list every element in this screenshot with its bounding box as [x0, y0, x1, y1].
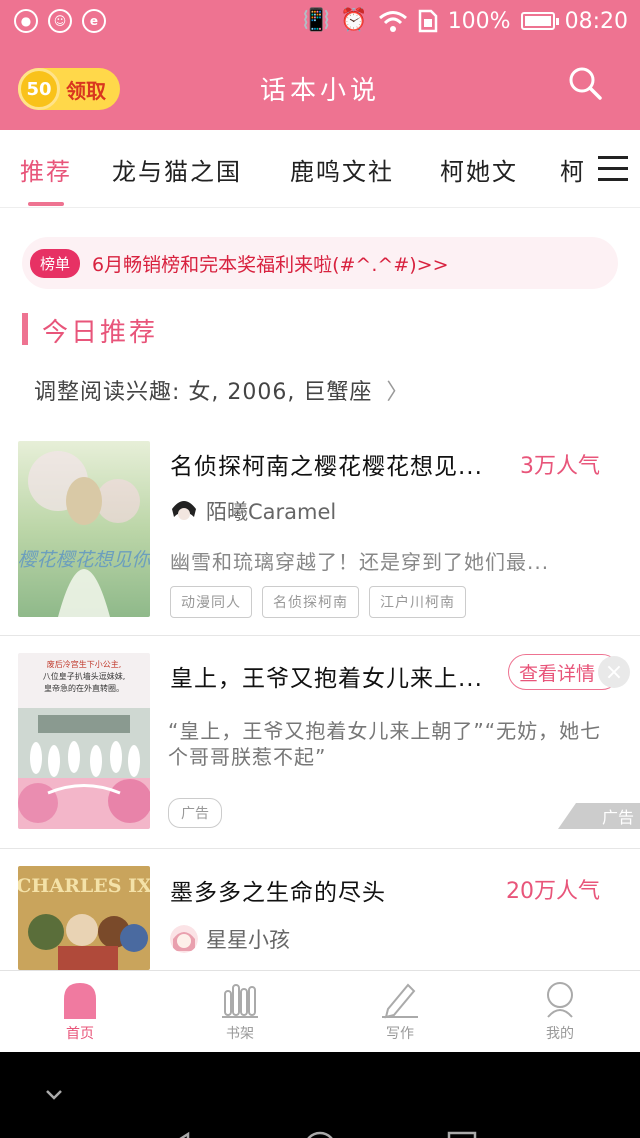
cover-1-text: 樱花樱花想见你 [18, 549, 150, 571]
app-header: 50 领取 话本小说 [0, 44, 640, 130]
nav-me-label: 我的 [546, 1026, 574, 1042]
ad-title: 皇上，王爷又抱着女儿来上... [170, 666, 483, 692]
close-icon[interactable]: × [598, 656, 630, 688]
book-author-row-3: 星星小孩 [170, 924, 290, 954]
book-tag[interactable]: 江户川柯南 [369, 586, 466, 618]
divider [0, 848, 640, 849]
active-tab-indicator [28, 202, 64, 206]
book-author-1: 陌曦Caramel [206, 500, 337, 524]
menu-icon[interactable] [598, 156, 628, 181]
section-title: 今日推荐 [42, 318, 159, 348]
battery-percent: 100% [447, 8, 511, 34]
status-system-icons: 📳 ⏰ 100% 08:20 [303, 7, 628, 35]
ad-cover-line-1: 废后冷宫生下小公主, [47, 659, 122, 669]
ad-tag: 广告 [168, 798, 222, 828]
ad-cover-line-2: 八位皇子扒墙头逗妹妹, [43, 671, 126, 681]
system-nav-bar [0, 1052, 640, 1138]
author-avatar-1 [170, 497, 198, 525]
ad-corner-badge: 广告 [558, 803, 640, 829]
ad-corner-label: 广告 [601, 808, 634, 827]
nav-bookshelf[interactable]: 书架 [200, 979, 280, 1043]
alarm-icon: ⏰ [340, 8, 368, 33]
home-icon [64, 983, 96, 1019]
nav-write-label: 写作 [386, 1026, 414, 1042]
collapse-icon[interactable] [44, 1088, 64, 1102]
adjust-interest-link[interactable]: 调整阅读兴趣: 女, 2006, 巨蟹座 〉 [34, 374, 409, 406]
book-author-3: 星星小孩 [206, 928, 290, 952]
nav-me[interactable]: 我的 [520, 979, 600, 1043]
book-cover-1[interactable]: 樱花樱花想见你 [18, 441, 150, 617]
sim-icon [418, 9, 437, 33]
book-tag[interactable]: 名侦探柯南 [262, 586, 359, 618]
nav-bookshelf-label: 书架 [226, 1026, 254, 1042]
tab-ketawen[interactable]: 柯她文 [440, 152, 518, 187]
bookshelf-icon [222, 984, 258, 1018]
interest-text: 调整阅读兴趣: 女, 2006, 巨蟹座 [34, 380, 373, 405]
app-icon-1: ● [14, 9, 38, 33]
book-tag[interactable]: 动漫同人 [170, 586, 252, 618]
app-icon-3: e [82, 9, 106, 33]
nav-home[interactable]: 首页 [40, 979, 120, 1043]
ad-cover-line-3: 皇帝急的在外直转圈。 [44, 683, 124, 693]
tab-luming[interactable]: 鹿鸣文社 [290, 152, 394, 187]
tab-recommend[interactable]: 推荐 [20, 152, 72, 187]
battery-icon [520, 12, 559, 30]
tab-dragon-cat[interactable]: 龙与猫之国 [112, 152, 242, 187]
section-accent-bar [22, 313, 28, 345]
clock: 08:20 [564, 8, 628, 34]
status-notification-icons: ● ☺ e [14, 9, 106, 33]
status-bar: ● ☺ e 📳 ⏰ 100% 08:20 [0, 0, 640, 44]
app-title: 话本小说 [259, 76, 380, 106]
ad-cover[interactable]: 废后冷宫生下小公主, 八位皇子扒墙头逗妹妹, 皇帝急的在外直转圈。 [18, 653, 150, 829]
back-icon[interactable] [160, 1130, 196, 1138]
book-description-1: 幽雪和琉璃穿越了！还是穿到了她们最... [170, 550, 550, 574]
category-tabs: 推荐 龙与猫之国 鹿鸣文社 柯她文 柯 [0, 130, 640, 208]
divider [0, 635, 640, 636]
chevron-right-icon: 〉 [386, 380, 410, 405]
wifi-icon [378, 11, 407, 32]
book-popularity-3: 20万人气 [506, 879, 600, 904]
ranking-notice-banner[interactable]: 榜单 6月畅销榜和完本奖福利来啦(#^.^#)>> [22, 237, 618, 289]
home-circle-icon[interactable] [302, 1130, 338, 1138]
book-title-1: 名侦探柯南之樱花樱花想见... [170, 454, 483, 480]
book-author-row-1: 陌曦Caramel [170, 496, 336, 526]
book-tags-1: 动漫同人 名侦探柯南 江户川柯南 [170, 586, 466, 618]
nav-write[interactable]: 写作 [360, 979, 440, 1043]
book-cover-3[interactable]: CHARLES IX [18, 866, 150, 970]
bottom-nav: 首页 书架 写作 我的 [0, 970, 640, 1052]
author-avatar-3 [170, 925, 198, 953]
book-title-3: 墨多多之生命的尽头 [170, 880, 386, 906]
profile-icon [547, 982, 573, 1018]
pen-icon [382, 983, 418, 1019]
recents-icon[interactable] [446, 1130, 478, 1138]
vibrate-icon: 📳 [302, 8, 331, 33]
nav-home-label: 首页 [66, 1026, 94, 1042]
cover-3-text: CHARLES IX [18, 875, 150, 897]
app-icon-2: ☺ [48, 9, 72, 33]
notice-text: 6月畅销榜和完本奖福利来啦(#^.^#)>> [92, 253, 449, 276]
search-icon[interactable] [568, 66, 602, 100]
ad-description: “皇上，王爷又抱着女儿来上朝了”“无妨，她七个哥哥朕惹不起” [168, 719, 602, 769]
ranking-badge: 榜单 [30, 248, 81, 278]
book-popularity-1: 3万人气 [520, 454, 600, 479]
